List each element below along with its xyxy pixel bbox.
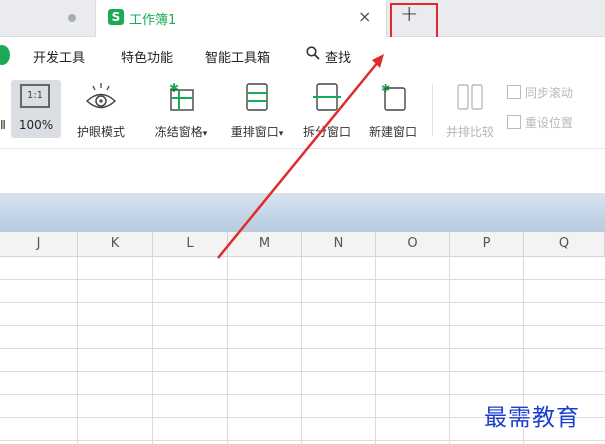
- freeze-panes-button[interactable]: ✱ 冻结窗格▾: [148, 80, 214, 140]
- tab-bar: S 工作簿1 × +: [0, 0, 605, 37]
- column-header-l[interactable]: L: [153, 232, 228, 256]
- menu-smart-toolbox[interactable]: 智能工具箱: [205, 47, 270, 66]
- reset-position-icon: [507, 115, 521, 129]
- freeze-panes-label: 冻结窗格▾: [154, 125, 208, 139]
- new-window-button[interactable]: ✱ 新建窗口: [362, 80, 424, 140]
- side-by-side-button[interactable]: 并排比较: [440, 80, 500, 140]
- split-window-icon: [313, 83, 341, 111]
- column-header-q[interactable]: Q: [524, 232, 605, 256]
- watermark-text: 最需教育: [484, 405, 580, 431]
- spreadsheet-app-icon: S: [108, 9, 124, 25]
- menu-bar: 开发工具 特色功能 智能工具箱 查找: [0, 37, 605, 75]
- menu-find[interactable]: 查找: [325, 47, 351, 66]
- sync-scroll-button[interactable]: 同步滚动: [507, 84, 573, 101]
- column-header-m[interactable]: M: [228, 232, 302, 256]
- tab-previous[interactable]: [0, 0, 92, 36]
- split-window-button[interactable]: 拆分窗口: [297, 80, 357, 140]
- side-by-side-label: 并排比较: [445, 125, 494, 139]
- column-header-j[interactable]: J: [0, 232, 78, 256]
- actual-size-icon: 1:1: [20, 84, 50, 108]
- column-header-row: J K L M N O P Q: [0, 232, 605, 257]
- column-header-n[interactable]: N: [302, 232, 376, 256]
- menu-edge-icon: [0, 45, 10, 65]
- rearrange-windows-icon: [246, 83, 268, 111]
- sheet-top-band: [0, 194, 605, 232]
- eye-protection-button[interactable]: 护眼模式: [72, 80, 130, 140]
- menu-developer-tools[interactable]: 开发工具: [33, 47, 85, 66]
- zoom-label: 100%: [18, 118, 54, 132]
- menu-special-features[interactable]: 特色功能: [121, 47, 173, 66]
- reset-position-button[interactable]: 重设位置: [507, 114, 573, 131]
- column-header-k[interactable]: K: [78, 232, 153, 256]
- formula-bar-area: [0, 149, 605, 194]
- column-header-p[interactable]: P: [450, 232, 524, 256]
- toolbar-divider: [432, 84, 433, 136]
- new-window-label: 新建窗口: [368, 125, 417, 139]
- close-tab-icon[interactable]: ×: [358, 7, 371, 26]
- column-header-o[interactable]: O: [376, 232, 450, 256]
- split-window-label: 拆分窗口: [302, 125, 351, 139]
- side-by-side-icon: [457, 84, 483, 110]
- unsaved-dot-icon: [68, 14, 76, 22]
- search-icon[interactable]: [306, 46, 320, 60]
- tab-title: 工作簿1: [129, 13, 177, 28]
- sync-scroll-icon: [507, 85, 521, 99]
- tab-workbook[interactable]: S 工作簿1 ×: [95, 0, 387, 37]
- zoom-100-button[interactable]: 1:1 100%: [11, 80, 61, 138]
- freeze-panes-icon: ✱: [169, 81, 194, 111]
- eye-icon: [85, 83, 117, 109]
- view-toolbar: Ⅱ 1:1 100% 护眼模式 ✱ 冻结窗格▾ 重排窗口▾ 拆分窗口 ✱ 新建窗…: [0, 76, 605, 149]
- rearrange-windows-button[interactable]: 重排窗口▾: [223, 80, 291, 140]
- rearrange-windows-label: 重排窗口▾: [230, 125, 284, 139]
- eye-protection-label: 护眼模式: [76, 125, 125, 139]
- partial-button-label: Ⅱ: [0, 118, 6, 132]
- new-window-icon: ✱: [381, 82, 406, 111]
